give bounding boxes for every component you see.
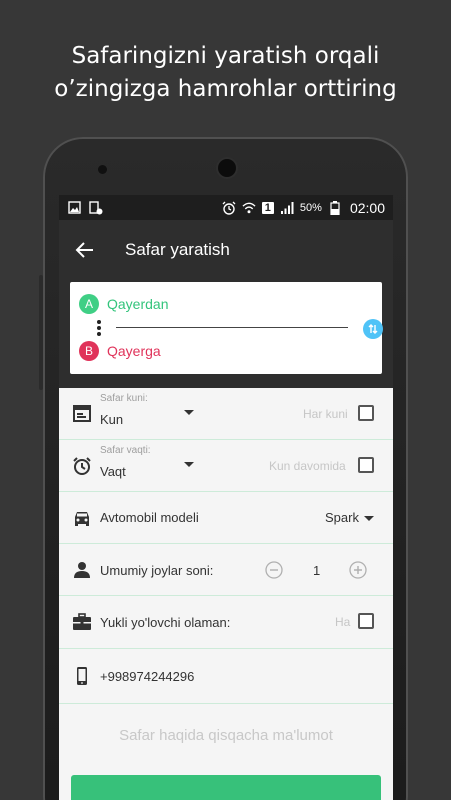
arrow-left-icon[interactable]: [75, 240, 95, 260]
plus-circle-icon[interactable]: [349, 561, 367, 579]
trip-description-placeholder: Safar haqida qisqacha ma'lumot: [119, 726, 333, 744]
time-dropdown[interactable]: Vaqt: [100, 464, 126, 479]
all-day-checkbox[interactable]: [358, 457, 374, 473]
alarm-clock-icon: [72, 456, 92, 476]
front-camera: [98, 165, 107, 174]
earpiece-speaker: [218, 159, 236, 177]
promo-line-2: o’zingizga hamrohlar orttiring: [54, 76, 397, 102]
phone-number[interactable]: +998974244296: [100, 669, 194, 684]
trip-description-field[interactable]: Safar haqida qisqacha ma'lumot: [59, 704, 393, 766]
luggage-yes-label: Ha: [335, 615, 351, 629]
every-day-checkbox[interactable]: [358, 405, 374, 421]
phone-screen: 1 50% 02:00 Safar yaratish A Qayerdan B …: [59, 195, 393, 800]
destination-label: Qayerga: [107, 343, 161, 359]
car-model-caret-icon[interactable]: [364, 516, 374, 521]
car-icon: [72, 508, 92, 528]
car-model-value[interactable]: Spark: [325, 510, 359, 525]
route-card: A Qayerdan B Qayerga: [70, 282, 383, 374]
clock: 02:00: [349, 199, 385, 216]
calendar-icon: [72, 403, 92, 423]
destination-field[interactable]: B Qayerga: [79, 341, 161, 361]
date-caret-icon[interactable]: [184, 410, 194, 415]
trip-form: Safar kuni: Kun Har kuni Safar vaqti: Va…: [59, 388, 393, 766]
briefcase-icon: [72, 612, 92, 632]
page-title: Safar yaratish: [125, 240, 230, 259]
date-label: Safar kuni:: [100, 393, 148, 404]
signal-icon: [280, 201, 294, 215]
smartphone-icon: [72, 666, 92, 686]
promo-headline: Safaringizni yaratish orqali o’zingizga …: [0, 40, 451, 106]
time-caret-icon[interactable]: [184, 462, 194, 467]
download-icon: [89, 200, 103, 215]
route-divider: [116, 327, 348, 328]
luggage-label: Yukli yo'lovchi olaman:: [100, 615, 231, 630]
origin-field[interactable]: A Qayerdan: [79, 294, 168, 314]
luggage-row: Yukli yo'lovchi olaman: Ha: [59, 596, 393, 649]
time-label: Safar vaqti:: [100, 445, 151, 456]
minus-circle-icon[interactable]: [265, 561, 283, 579]
seats-label: Umumiy joylar soni:: [100, 563, 214, 578]
create-trip-button[interactable]: [71, 775, 381, 800]
seats-count: 1: [313, 563, 321, 578]
battery-percent: 50%: [299, 201, 322, 214]
date-row: Safar kuni: Kun Har kuni: [59, 388, 393, 440]
seats-row: Umumiy joylar soni: 1: [59, 544, 393, 596]
origin-marker: A: [79, 294, 99, 314]
route-header: A Qayerdan B Qayerga: [59, 280, 393, 388]
swap-vertical-icon[interactable]: [363, 319, 383, 339]
time-row: Safar vaqti: Vaqt Kun davomida: [59, 440, 393, 492]
route-dots: [97, 320, 101, 338]
all-day-label: Kun davomida: [269, 459, 346, 473]
wifi-icon: [242, 201, 256, 215]
phone-row: +998974244296: [59, 649, 393, 704]
battery-icon: [328, 200, 342, 215]
promo-line-1: Safaringizni yaratish orqali: [71, 43, 380, 69]
luggage-checkbox[interactable]: [358, 613, 374, 629]
origin-label: Qayerdan: [107, 296, 169, 312]
destination-marker: B: [79, 341, 99, 361]
date-dropdown[interactable]: Kun: [100, 412, 123, 427]
image-icon: [67, 201, 81, 215]
sim-badge: 1: [261, 201, 274, 214]
alarm-icon: [222, 201, 236, 215]
app-bar: Safar yaratish: [59, 220, 393, 280]
person-icon: [72, 560, 92, 580]
car-model-label: Avtomobil modeli: [100, 510, 199, 525]
status-bar: 1 50% 02:00: [59, 195, 393, 220]
every-day-label: Har kuni: [303, 407, 348, 421]
car-model-row[interactable]: Avtomobil modeli Spark: [59, 492, 393, 544]
